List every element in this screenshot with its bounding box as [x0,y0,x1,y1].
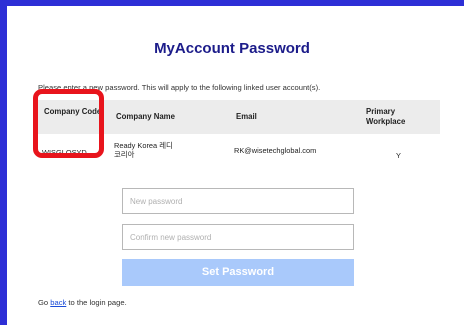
footer-prefix: Go [38,298,51,307]
header-primary-workplace: Primary Workplace [366,107,406,126]
page-title: MyAccount Password [154,40,310,57]
header-company-name: Company Name [116,112,175,121]
footer-text: Go back to the login page. [38,298,127,307]
back-link[interactable]: back [50,298,66,307]
cell-company-name: Ready Korea 레디코리아 [114,141,173,159]
cell-primary-workplace: Y [396,151,401,160]
company-code-highlight [33,89,104,158]
cell-email: RK@wisetechglobal.com [234,146,317,155]
new-password-input[interactable] [122,188,354,214]
footer-suffix: to the login page. [66,298,127,307]
confirm-password-input[interactable] [122,224,354,250]
header-email: Email [236,112,257,121]
set-password-button[interactable]: Set Password [122,259,354,286]
window-frame-top [0,0,464,6]
